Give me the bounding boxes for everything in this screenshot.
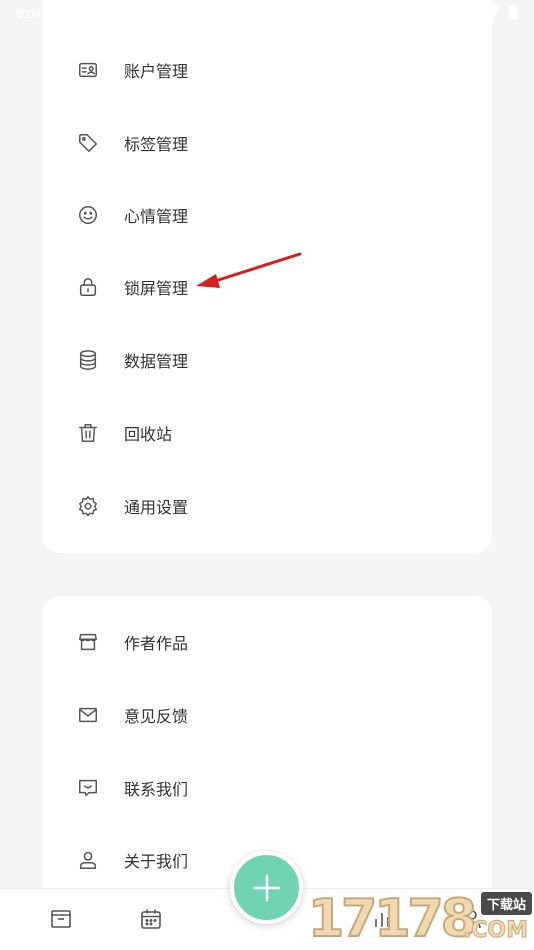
menu-item-contact[interactable]: 联系我们 [42, 758, 492, 818]
gear-icon [76, 494, 100, 518]
trash-icon [76, 421, 100, 445]
menu-item-settings[interactable]: 通用设置 [42, 476, 492, 536]
calendar-icon[interactable] [139, 907, 165, 933]
watermark-suffix: .COM [462, 918, 528, 944]
menu-label: 数据管理 [124, 352, 189, 371]
menu-label: 账户管理 [124, 62, 189, 81]
inbox-icon[interactable] [49, 907, 75, 933]
store-icon [76, 630, 100, 654]
account-card-icon [76, 58, 100, 82]
status-bar: 9:04 [0, 0, 534, 26]
user-icon [76, 848, 100, 872]
battery-icon [509, 3, 518, 23]
sync-icon [79, 6, 93, 20]
menu-label: 作者作品 [124, 634, 189, 653]
menu-item-data[interactable]: 数据管理 [42, 330, 492, 390]
menu-item-works[interactable]: 作者作品 [42, 612, 492, 672]
status-time: 9:04 [16, 5, 42, 21]
add-entry-button[interactable] [230, 851, 303, 924]
menu-item-account[interactable]: 账户管理 [42, 40, 492, 100]
wifi-icon [485, 4, 501, 22]
database-icon [76, 348, 100, 372]
lock-icon [76, 275, 100, 299]
watermark-number: 17178 [307, 888, 478, 950]
tag-icon [76, 131, 100, 155]
mail-icon [76, 703, 100, 727]
menu-label: 通用设置 [124, 498, 189, 517]
menu-label: 锁屏管理 [124, 279, 189, 298]
annotation-arrow [190, 248, 310, 293]
menu-label: 回收站 [124, 425, 173, 444]
sync-icon [55, 6, 69, 20]
menu-label: 联系我们 [124, 780, 189, 799]
watermark-tag: 下载站 [480, 892, 532, 915]
chat-smile-icon [76, 776, 100, 800]
menu-label: 心情管理 [124, 207, 189, 226]
menu-item-trash[interactable]: 回收站 [42, 403, 492, 463]
menu-item-tags[interactable]: 标签管理 [42, 113, 492, 173]
menu-item-feedback[interactable]: 意见反馈 [42, 685, 492, 745]
menu-label: 标签管理 [124, 135, 189, 154]
menu-label: 关于我们 [124, 852, 189, 871]
site-watermark: 17178 下载站 .COM [306, 888, 534, 950]
menu-label: 意见反馈 [124, 707, 189, 726]
menu-item-mood[interactable]: 心情管理 [42, 185, 492, 245]
plus-icon [253, 874, 280, 901]
smile-icon [76, 203, 100, 227]
clipboard-icon [103, 7, 116, 19]
